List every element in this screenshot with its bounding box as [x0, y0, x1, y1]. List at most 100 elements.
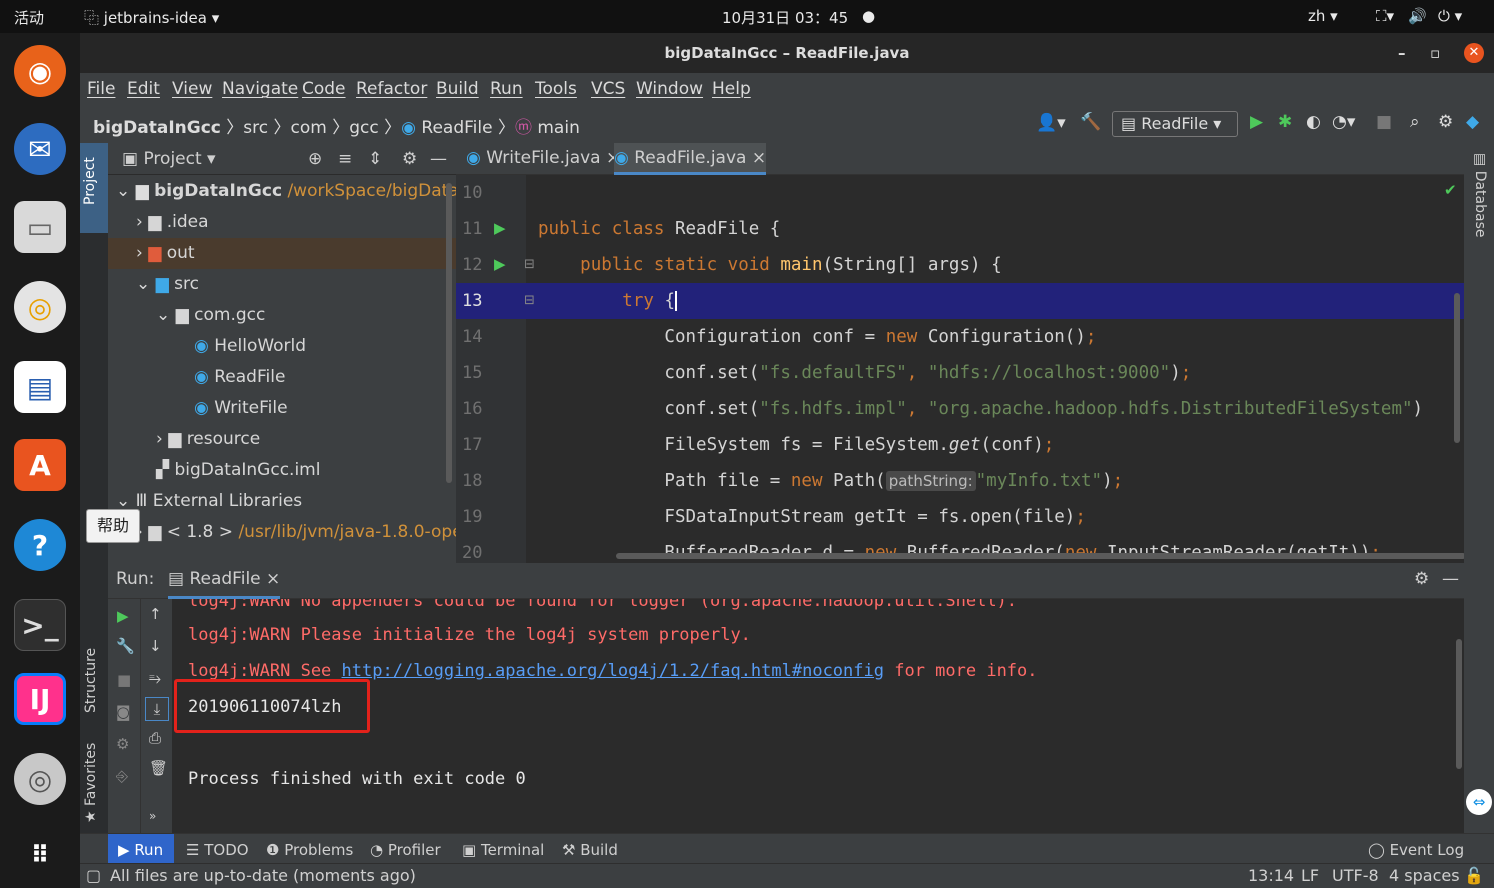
editor-hscrollbar[interactable]: [616, 553, 1466, 559]
plugin-icon[interactable]: ◆: [1466, 112, 1479, 132]
status-toggle-icon[interactable]: ▢: [86, 866, 101, 885]
problems-tool-button[interactable]: ❶ Problems: [266, 841, 353, 859]
tree-item-external-libraries[interactable]: ⌄ Ⅲ External Libraries: [116, 486, 302, 517]
caret-position[interactable]: 13:14: [1248, 866, 1294, 885]
exit-icon[interactable]: ⎆: [116, 767, 128, 785]
close-tab-icon[interactable]: ×: [266, 569, 280, 589]
expand-all-icon[interactable]: ⇕: [368, 143, 382, 175]
stop-icon[interactable]: ■: [1376, 112, 1392, 132]
locate-icon[interactable]: ⊕: [308, 143, 322, 175]
lock-icon[interactable]: 🔓: [1464, 866, 1484, 885]
files-icon[interactable]: ▭: [14, 201, 66, 253]
rerun-icon[interactable]: ▶: [117, 607, 129, 625]
breadcrumb-gcc[interactable]: gcc: [349, 118, 378, 138]
console-link[interactable]: http://logging.apache.org/log4j/1.2/faq.…: [342, 661, 884, 681]
menu-help[interactable]: Help: [712, 79, 751, 99]
collapse-all-icon[interactable]: ≡: [338, 143, 352, 175]
trash-icon[interactable]: 🗑: [149, 759, 168, 777]
status-message[interactable]: All files are up-to-date (moments ago): [110, 866, 416, 885]
inspection-ok-icon[interactable]: ✔: [1444, 181, 1457, 199]
tree-item-root[interactable]: ⌄ ▆ bigDataInGcc /workSpace/bigData/b: [116, 176, 475, 207]
profile-icon[interactable]: ◔▾: [1332, 112, 1355, 132]
dvd-icon[interactable]: ◎: [14, 753, 66, 805]
print-icon[interactable]: ⎙: [149, 729, 161, 747]
tree-item-writefile[interactable]: ◉ WriteFile: [194, 393, 288, 424]
input-method[interactable]: zh ▾: [1308, 7, 1338, 25]
intellij-icon[interactable]: IJ: [14, 673, 66, 725]
breadcrumb-project[interactable]: bigDataInGcc: [93, 118, 221, 138]
software-center-icon[interactable]: A: [14, 439, 66, 491]
wrench-icon[interactable]: 🔧: [116, 637, 135, 655]
event-log-button[interactable]: ◯ Event Log: [1368, 841, 1464, 859]
tree-item-readfile[interactable]: ◉ ReadFile: [194, 362, 285, 393]
menu-tools[interactable]: Tools: [535, 79, 577, 99]
breadcrumb-com[interactable]: com: [291, 118, 327, 138]
volume-icon[interactable]: 🔊: [1408, 7, 1427, 25]
close-tab-icon[interactable]: ×: [752, 148, 766, 168]
up-arrow-icon[interactable]: ↑: [149, 605, 162, 623]
menu-refactor[interactable]: Refactor: [356, 79, 427, 99]
rhythmbox-icon[interactable]: ◎: [14, 281, 66, 333]
breadcrumb-src[interactable]: src: [243, 118, 268, 138]
show-apps-icon[interactable]: ⠿: [14, 829, 66, 881]
menu-vcs[interactable]: VCS: [591, 79, 625, 99]
coverage-icon[interactable]: ◐: [1306, 112, 1321, 132]
project-tool-button[interactable]: Project: [80, 143, 108, 233]
indent-setting[interactable]: 4 spaces: [1389, 866, 1460, 885]
debug-icon[interactable]: ✱: [1278, 112, 1292, 132]
project-scrollbar[interactable]: [446, 183, 452, 483]
menu-build[interactable]: Build: [436, 79, 479, 99]
settings-gear-icon[interactable]: ⚙: [1438, 112, 1453, 132]
run-settings-icon[interactable]: ⚙: [1414, 569, 1429, 589]
build-hammer-icon[interactable]: 🔨: [1080, 112, 1101, 132]
database-tool-button[interactable]: ▤ Database: [1472, 153, 1488, 238]
fold-icon[interactable]: ⊟: [524, 293, 535, 308]
tree-item-jdk[interactable]: › ▆ < 1.8 > /usr/lib/jvm/java-1.8.0-open…: [136, 517, 489, 548]
todo-tool-button[interactable]: ☰ TODO: [186, 841, 249, 859]
run-tool-button[interactable]: ▶ Run: [108, 834, 174, 863]
tree-item-out[interactable]: › ▆ out: [108, 238, 456, 269]
writer-icon[interactable]: ▤: [14, 361, 66, 413]
project-view-select[interactable]: ▣ Project ▾: [122, 149, 216, 169]
tree-item-src[interactable]: ⌄ ▆ src: [136, 269, 199, 300]
terminal-tool-button[interactable]: ▣ Terminal: [462, 841, 544, 859]
run-config-select[interactable]: ▤ ReadFile ▾: [1112, 111, 1238, 137]
run-tab-readfile[interactable]: ▤ ReadFile ×: [168, 563, 281, 599]
camera-icon[interactable]: ◙: [116, 703, 131, 721]
hide-panel-icon[interactable]: —: [430, 143, 447, 175]
favorites-tool-button[interactable]: ★ Favorites: [83, 743, 99, 823]
maximize-icon[interactable]: ▫: [1430, 33, 1440, 73]
breadcrumb-class[interactable]: ReadFile: [421, 118, 492, 138]
tab-writefile[interactable]: ◉ WriteFile.java ×: [466, 148, 620, 168]
tree-item-idea[interactable]: › ▆ .idea: [136, 207, 208, 238]
tree-item-resource[interactable]: › ▆ resource: [156, 424, 260, 455]
editor-vscrollbar[interactable]: [1454, 293, 1460, 443]
tab-readfile[interactable]: ◉ ReadFile.java ×: [614, 143, 767, 175]
power-icon[interactable]: ⏻ ▾: [1438, 7, 1462, 25]
tree-item-package[interactable]: ⌄ ▆ com.gcc: [156, 300, 265, 331]
hide-run-icon[interactable]: —: [1442, 569, 1459, 589]
tree-item-helloworld[interactable]: ◉ HelloWorld: [194, 331, 306, 362]
firefox-icon[interactable]: ◉: [14, 45, 66, 97]
tree-item-iml[interactable]: ▞ bigDataInGcc.iml: [156, 455, 320, 486]
menu-edit[interactable]: Edit: [127, 79, 160, 99]
fold-icon[interactable]: ⊟: [524, 257, 535, 272]
network-icon[interactable]: ⛶▾: [1376, 7, 1394, 25]
soft-wrap-icon[interactable]: ⥱: [149, 669, 161, 687]
menu-view[interactable]: View: [172, 79, 212, 99]
app-menu[interactable]: ⿻ jetbrains-idea ▾: [84, 7, 219, 28]
teamviewer-icon[interactable]: ⇔: [1466, 789, 1492, 815]
line-separator[interactable]: LF: [1301, 866, 1319, 885]
run-gutter-icon[interactable]: ▶: [494, 219, 506, 237]
build-tool-button[interactable]: ⚒ Build: [562, 841, 618, 859]
search-icon[interactable]: ⌕: [1410, 112, 1420, 132]
activities-button[interactable]: 活动: [14, 7, 44, 28]
down-arrow-icon[interactable]: ↓: [149, 637, 162, 655]
more-icon[interactable]: »: [149, 809, 156, 823]
help-icon[interactable]: ?: [14, 519, 66, 571]
close-window-icon[interactable]: ✕: [1464, 43, 1484, 63]
structure-tool-button[interactable]: Structure: [83, 648, 99, 713]
panel-settings-icon[interactable]: ⚙: [402, 143, 417, 175]
run-icon[interactable]: ▶: [1250, 112, 1263, 132]
minimize-icon[interactable]: –: [1398, 33, 1406, 73]
